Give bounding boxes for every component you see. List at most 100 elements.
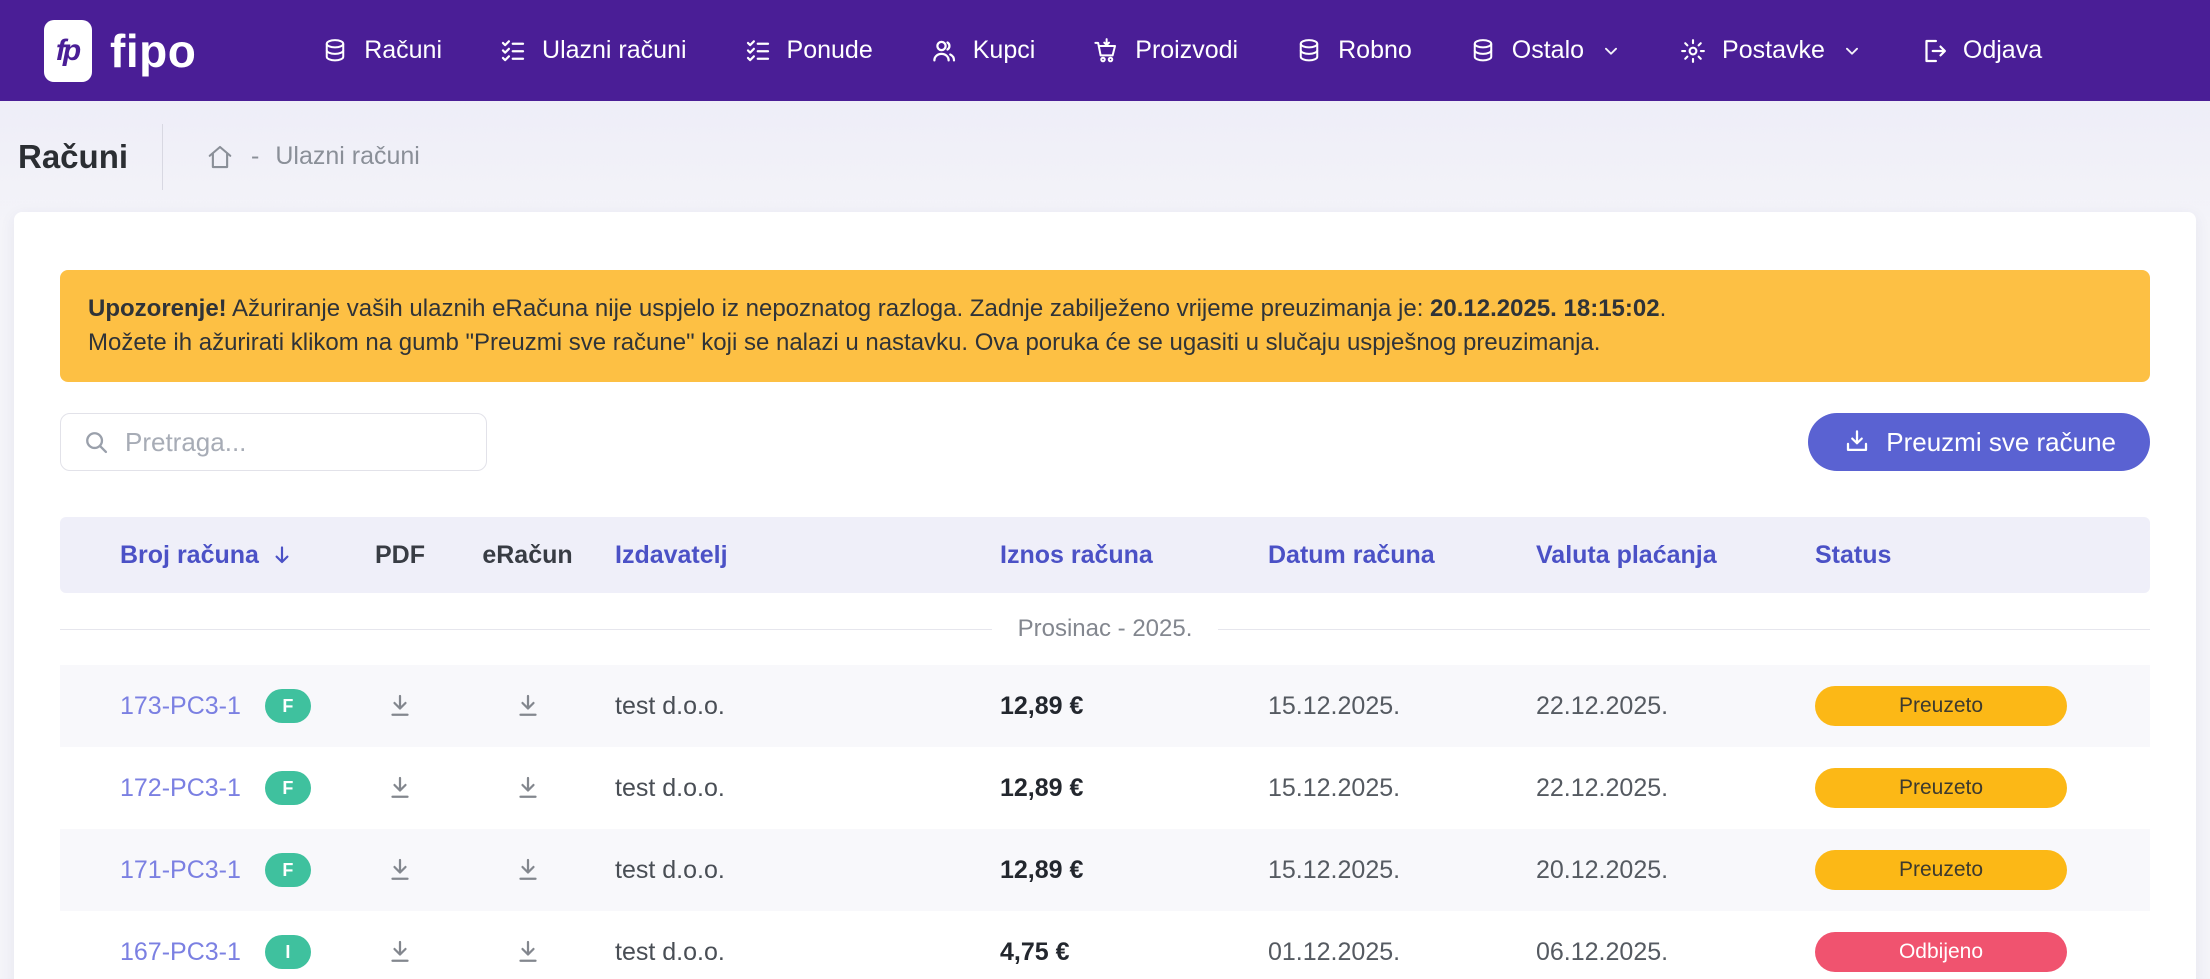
header-divider (162, 124, 163, 190)
payment-due-cell: 20.12.2025. (1536, 856, 1815, 885)
gear-icon (1678, 36, 1708, 66)
nav-item-label: Odjava (1963, 36, 2042, 65)
col-header-iznos-racuna[interactable]: Iznos računa (1000, 541, 1268, 570)
warning-text2: Možete ih ažurirati klikom na gumb "Preu… (88, 329, 1600, 356)
invoice-number-link[interactable]: 172-PC3-1 (120, 774, 241, 803)
nav-item-label: Računi (364, 36, 442, 65)
download-icon (1842, 427, 1872, 457)
warning-text1-suffix: . (1660, 295, 1667, 322)
invoice-date-cell: 15.12.2025. (1268, 774, 1536, 803)
nav-item-label: Postavke (1722, 36, 1825, 65)
col-header-eracun: eRačun (440, 541, 615, 570)
invoice-type-badge: F (265, 689, 311, 723)
eracun-download-button[interactable] (509, 933, 547, 971)
eracun-download-button[interactable] (509, 851, 547, 889)
table-body: 173-PC3-1 F test d.o.o. 12,89 € 15.12.20… (60, 665, 2150, 979)
sort-desc-icon (269, 542, 295, 568)
nav-item-label: Ostalo (1512, 36, 1584, 65)
invoice-date-cell: 15.12.2025. (1268, 692, 1536, 721)
download-all-button[interactable]: Preuzmi sve račune (1808, 413, 2150, 471)
download-all-label: Preuzmi sve račune (1886, 427, 2116, 458)
nav-item-robno[interactable]: Robno (1294, 36, 1412, 66)
invoice-date-cell: 01.12.2025. (1268, 938, 1536, 967)
nav-item-odjava[interactable]: Odjava (1919, 36, 2042, 66)
issuer-cell: test d.o.o. (615, 938, 1000, 967)
invoice-date-cell: 15.12.2025. (1268, 856, 1536, 885)
nav-item-label: Proizvodi (1135, 36, 1238, 65)
col-header-izdavatelj[interactable]: Izdavatelj (615, 541, 1000, 570)
coins-icon (1468, 36, 1498, 66)
amount-cell: 12,89 € (1000, 692, 1268, 721)
payment-due-cell: 22.12.2025. (1536, 692, 1815, 721)
table-header-row: Broj računa PDF eRačun Izdavatelj Iznos … (60, 517, 2150, 593)
chevron-down-icon (1600, 40, 1622, 62)
main-nav: Računi Ulazni računi Ponude Kupci Proizv… (196, 36, 2166, 66)
nav-item-ostalo[interactable]: Ostalo (1468, 36, 1622, 66)
download-icon (513, 855, 543, 885)
nav-item-ulazni-racuni[interactable]: Ulazni računi (498, 36, 687, 66)
warning-text1: Ažuriranje vaših ulaznih eRačuna nije us… (232, 295, 1423, 322)
breadcrumb: - Ulazni računi (205, 142, 420, 172)
search-box (60, 413, 487, 471)
eracun-download-button[interactable] (509, 769, 547, 807)
invoice-type-badge: F (265, 771, 311, 805)
page-header: Računi - Ulazni računi (0, 101, 2210, 212)
logo-monogram: fp (56, 34, 78, 68)
col-header-broj-racuna[interactable]: Broj računa (60, 541, 360, 570)
home-icon[interactable] (205, 142, 235, 172)
table-row: 172-PC3-1 F test d.o.o. 12,89 € 15.12.20… (60, 747, 2150, 829)
col-header-datum-racuna[interactable]: Datum računa (1268, 541, 1536, 570)
invoice-number-link[interactable]: 171-PC3-1 (120, 856, 241, 885)
cart-icon (1091, 36, 1121, 66)
page-title: Računi (18, 138, 128, 176)
amount-cell: 12,89 € (1000, 856, 1268, 885)
brand-logo[interactable]: fp fipo (44, 20, 196, 82)
nav-item-label: Robno (1338, 36, 1412, 65)
warning-banner: Upozorenje! Ažuriranje vaših ulaznih eRa… (60, 270, 2150, 382)
table-row: 173-PC3-1 F test d.o.o. 12,89 € 15.12.20… (60, 665, 2150, 747)
nav-item-postavke[interactable]: Postavke (1678, 36, 1863, 66)
download-icon (385, 691, 415, 721)
users-icon (929, 36, 959, 66)
nav-item-proizvodi[interactable]: Proizvodi (1091, 36, 1238, 66)
download-icon (385, 855, 415, 885)
month-group-label: Prosinac - 2025. (1018, 615, 1193, 643)
invoices-table: Broj računa PDF eRačun Izdavatelj Iznos … (60, 517, 2150, 979)
download-icon (385, 773, 415, 803)
pdf-download-button[interactable] (381, 851, 419, 889)
col-header-pdf: PDF (360, 541, 440, 570)
brand-name: fipo (110, 24, 196, 78)
invoice-number-link[interactable]: 173-PC3-1 (120, 692, 241, 721)
download-icon (513, 691, 543, 721)
pdf-download-button[interactable] (381, 687, 419, 725)
chevron-down-icon (1841, 40, 1863, 62)
status-badge: Odbijeno (1815, 932, 2067, 972)
amount-cell: 12,89 € (1000, 774, 1268, 803)
nav-item-label: Ulazni računi (542, 36, 687, 65)
search-input[interactable] (60, 413, 487, 471)
eracun-download-button[interactable] (509, 687, 547, 725)
nav-item-racuni[interactable]: Računi (320, 36, 442, 66)
content-card: Upozorenje! Ažuriranje vaših ulaznih eRa… (14, 212, 2196, 979)
download-icon (513, 773, 543, 803)
nav-item-ponude[interactable]: Ponude (743, 36, 873, 66)
breadcrumb-separator: - (251, 142, 259, 171)
nav-item-label: Ponude (787, 36, 873, 65)
invoice-type-badge: F (265, 853, 311, 887)
issuer-cell: test d.o.o. (615, 692, 1000, 721)
status-badge: Preuzeto (1815, 686, 2067, 726)
invoice-type-badge: I (265, 935, 311, 969)
invoice-number-link[interactable]: 167-PC3-1 (120, 938, 241, 967)
amount-cell: 4,75 € (1000, 938, 1268, 967)
col-header-status[interactable]: Status (1815, 541, 2150, 570)
col-header-valuta-placanja[interactable]: Valuta plaćanja (1536, 541, 1815, 570)
breadcrumb-current: Ulazni računi (275, 142, 420, 171)
warning-intro: Upozorenje! (88, 295, 227, 322)
download-icon (385, 937, 415, 967)
nav-item-kupci[interactable]: Kupci (929, 36, 1036, 66)
pdf-download-button[interactable] (381, 933, 419, 971)
checklist-icon (498, 36, 528, 66)
pdf-download-button[interactable] (381, 769, 419, 807)
status-badge: Preuzeto (1815, 768, 2067, 808)
logo-mark: fp (44, 20, 92, 82)
